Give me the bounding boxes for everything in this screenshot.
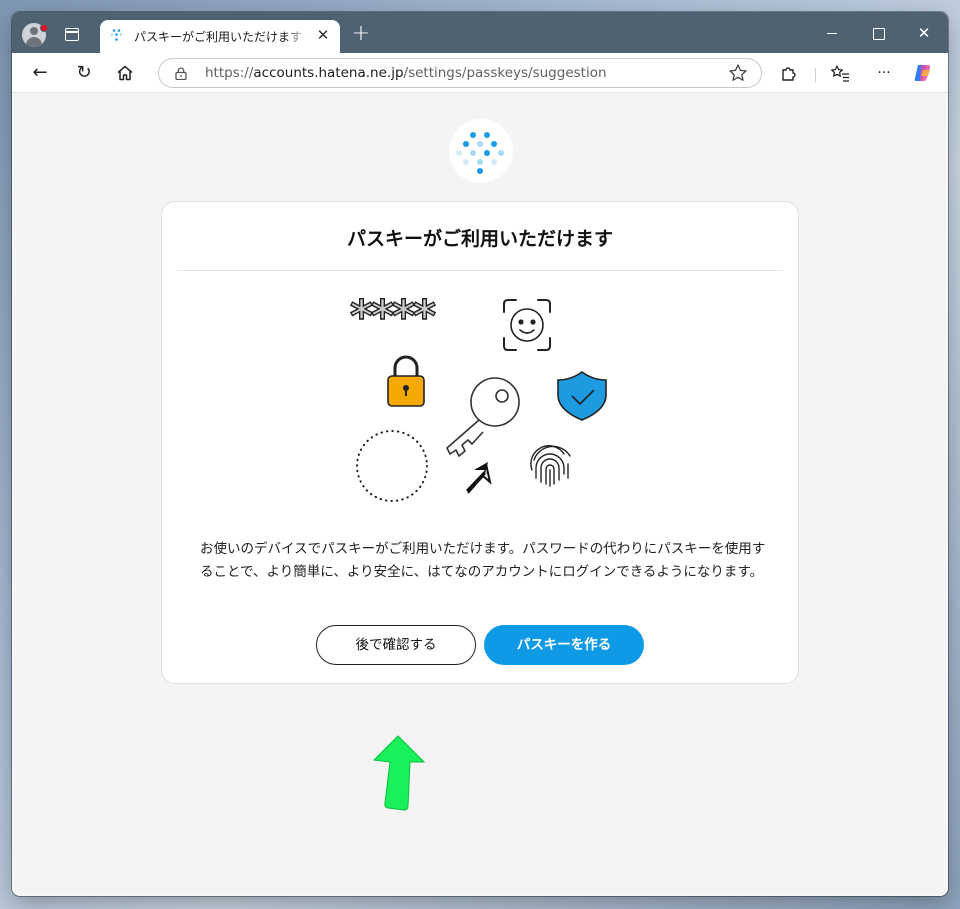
password-mask-icon: **** xyxy=(349,298,438,343)
url-path: /settings/passkeys/suggestion xyxy=(403,65,607,81)
browser-toolbar: ← ↻ https://accounts.hatena.ne.jp/settin… xyxy=(12,53,948,93)
face-id-icon xyxy=(503,299,551,351)
key-icon xyxy=(446,377,520,457)
favorites-icon[interactable] xyxy=(830,64,850,82)
url-host: accounts.hatena.ne.jp xyxy=(253,65,404,81)
passkey-suggestion-card: パスキーがご利用いただけます **** お使いのデバイスでパスキーがご利用いただ… xyxy=(161,201,799,684)
fingerprint-icon xyxy=(530,445,571,487)
maximize-button[interactable] xyxy=(864,20,892,46)
tab-close-icon[interactable]: ✕ xyxy=(314,26,332,44)
padlock-icon xyxy=(387,355,425,407)
create-passkey-button[interactable]: パスキーを作る xyxy=(484,625,644,665)
url-text: https://accounts.hatena.ne.jp/settings/p… xyxy=(205,65,607,81)
passkey-illustration: **** xyxy=(349,298,607,502)
cursor-arrow-icon xyxy=(466,462,492,494)
browser-window: パスキーがご利用いただけます - はてな ✕ + ✕ ← ↻ https://a… xyxy=(12,12,948,896)
refresh-button[interactable]: ↻ xyxy=(72,61,96,85)
confirm-later-button[interactable]: 後で確認する xyxy=(316,625,476,665)
home-icon[interactable] xyxy=(116,64,134,82)
extensions-icon[interactable] xyxy=(780,64,798,82)
password-mask-text: **** xyxy=(350,298,436,342)
minimize-button[interactable] xyxy=(818,20,846,46)
page-title: パスキーがご利用いただけます xyxy=(346,228,613,250)
divider xyxy=(177,270,783,271)
tab-actions-icon[interactable] xyxy=(65,28,79,41)
tab-title: パスキーがご利用いただけます - はてな xyxy=(134,30,308,44)
page-content: パスキーがご利用いただけます **** お使いのデバイスでパスキーがご利用いただ… xyxy=(14,94,946,894)
annotation-arrow-icon xyxy=(372,735,426,811)
favorite-star-icon[interactable] xyxy=(727,62,749,84)
active-tab[interactable]: パスキーがご利用いただけます - はてな ✕ xyxy=(100,20,340,53)
lock-icon[interactable] xyxy=(175,67,187,80)
url-scheme: https:// xyxy=(205,65,254,81)
more-menu-button[interactable]: ··· xyxy=(872,61,896,85)
notification-dot xyxy=(40,24,48,32)
new-tab-button[interactable]: + xyxy=(350,23,372,46)
hatena-logo xyxy=(449,119,513,183)
dotted-circle-icon xyxy=(356,430,428,502)
title-bar: パスキーがご利用いただけます - はてな ✕ + ✕ xyxy=(12,12,948,53)
copilot-icon[interactable] xyxy=(912,62,934,84)
description-text: お使いのデバイスでパスキーがご利用いただけます。パスワードの代わりにパスキーを使… xyxy=(200,541,766,580)
address-bar[interactable]: https://accounts.hatena.ne.jp/settings/p… xyxy=(158,58,762,88)
shield-check-icon xyxy=(557,371,607,421)
back-button[interactable]: ← xyxy=(28,61,52,85)
close-window-button[interactable]: ✕ xyxy=(910,20,938,46)
hatena-favicon-icon xyxy=(110,29,123,41)
